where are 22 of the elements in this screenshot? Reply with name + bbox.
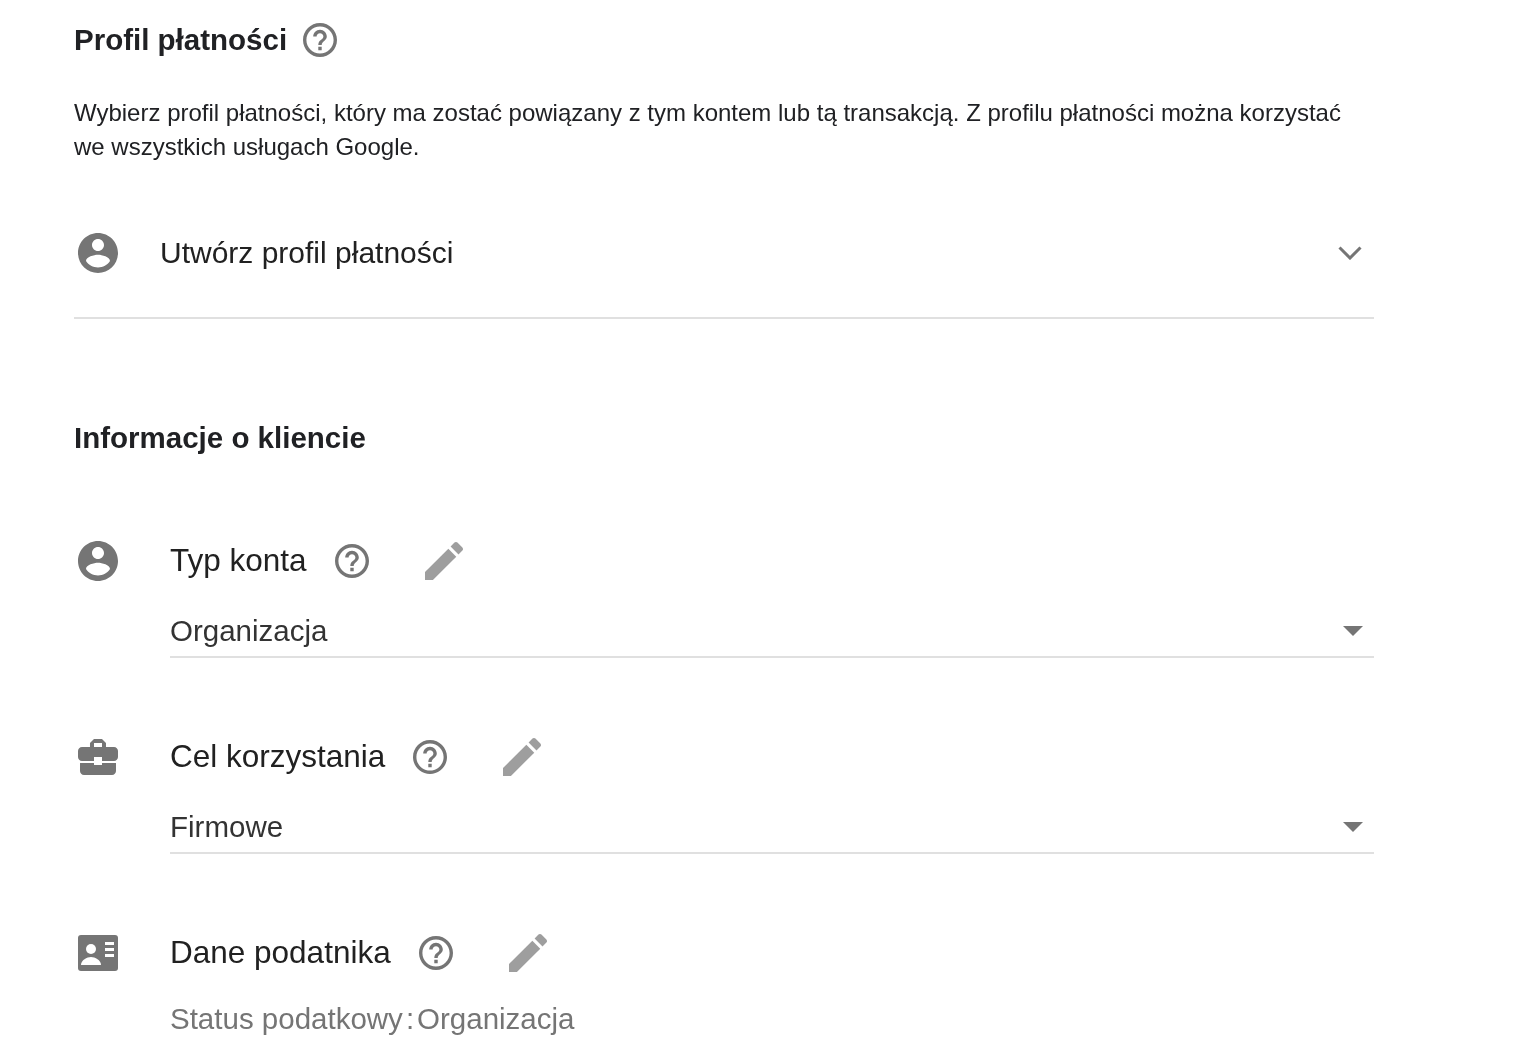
dropdown-field[interactable]: Firmowe [170,802,1374,854]
caret-down-icon [1343,822,1363,832]
chevron-icon [1338,245,1362,260]
pencil-icon[interactable] [508,934,547,972]
briefcase-icon [78,739,118,775]
field-label: Typ konta [170,541,307,581]
section-title: Informacje o kliencie [74,419,366,456]
field-label: Cel korzystania [170,737,386,777]
pencil-icon[interactable] [424,542,463,580]
help-icon[interactable] [413,740,448,774]
dropdown-field[interactable]: Organizacja [170,606,1374,658]
help-icon[interactable] [418,936,453,970]
pencil-icon[interactable] [503,738,542,776]
description-text: Wybierz profil płatności, który ma zostać powiązany z tym kontem lub tą transakcją. Z profilu płatności można korzystać we wszystkich usługach Google. [74,98,1342,162]
help-icon[interactable] [303,23,338,57]
section-title: Profil płatności [74,21,288,58]
billing-profile-selector[interactable]: Utwórz profil płatności [74,188,1374,319]
caret-down-icon [1343,626,1363,636]
field-label: Dane podatnika [170,933,391,973]
tax-status-text: Status podatkowy:Organizacja [170,1001,575,1037]
contact-card-icon [78,935,118,971]
help-icon[interactable] [334,544,369,578]
